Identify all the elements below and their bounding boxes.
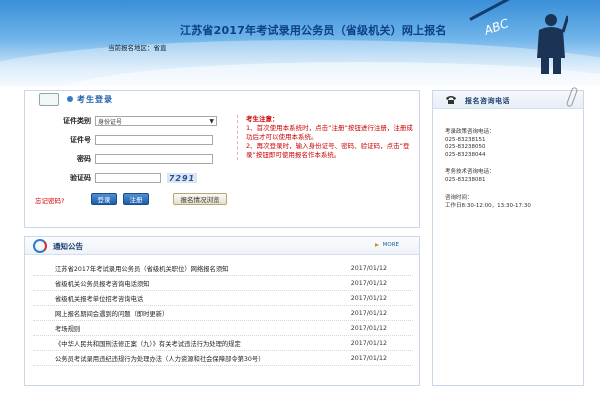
policy-phone: 025-83238151 — [445, 136, 486, 143]
notice-title: 考生注意： — [246, 115, 279, 123]
more-link[interactable]: MORE — [374, 242, 399, 248]
login-title: 考生登录 — [77, 95, 113, 104]
list-item[interactable]: 考场规则 2017/01/12 — [33, 321, 413, 336]
password-label: 密码 — [77, 155, 91, 163]
item-title[interactable]: 公务员考试录用违纪违规行为处理办法（人力资源和社会保障部令第30号） — [33, 354, 265, 363]
policy-phone: 025-83238044 — [445, 151, 486, 158]
tech-phone: 025-83238081 — [445, 176, 486, 183]
list-item[interactable]: 网上报名期间会遇到的问题（即时更新） 2017/01/12 — [33, 306, 413, 321]
id-number-input[interactable] — [95, 135, 213, 145]
pen-graphic — [469, 0, 586, 21]
policy-phone: 025-83238050 — [445, 144, 486, 150]
id-type-value: 身份证号 — [98, 118, 123, 126]
login-panel: 考生登录 证件类别 身份证号 ▼ 证件号 密码 验证码 7291 忘记密码? 登… — [24, 90, 420, 228]
password-input[interactable] — [95, 154, 213, 164]
item-title[interactable]: 省级机关公务员报考咨询电话须知 — [33, 279, 149, 288]
item-date: 2017/01/12 — [350, 324, 387, 332]
bullet-icon — [67, 96, 73, 102]
item-date: 2017/01/12 — [350, 294, 387, 302]
captcha-label: 验证码 — [70, 174, 91, 182]
chevron-down-icon: ▼ — [209, 117, 214, 125]
item-title[interactable]: 考场规则 — [33, 324, 80, 333]
item-date: 2017/01/12 — [350, 354, 387, 362]
tech-contact: 考务技术咨询电话： 025-83238081 — [445, 169, 495, 184]
id-type-label: 证件类别 — [63, 117, 91, 125]
list-item[interactable]: 《中华人民共和国刑法修正案（九）》有关考试违法行为处理的规定 2017/01/12 — [33, 336, 413, 351]
telephone-icon — [446, 96, 456, 104]
item-title[interactable]: 网上报名期间会遇到的问题（即时更新） — [33, 309, 168, 318]
list-item[interactable]: 省级机关报考单位招考咨询电话 2017/01/12 — [33, 291, 413, 306]
region-label: 当前报名地区： — [108, 44, 154, 52]
login-header: 考生登录 — [25, 91, 421, 109]
id-type-select[interactable]: 身份证号 ▼ — [95, 116, 217, 126]
announcements-list: 江苏省2017年考试录用公务员（省级机关职位）网络报名须知 2017/01/12 … — [33, 261, 413, 366]
policy-label: 考录政策咨询电话： — [445, 129, 495, 135]
item-date: 2017/01/12 — [350, 279, 387, 287]
page-title: 江苏省2017年考试录用公务员（省级机关）网上报名 — [180, 24, 447, 37]
announcement-logo-icon — [33, 239, 47, 253]
login-button[interactable]: 登录 — [91, 193, 117, 205]
item-title[interactable]: 《中华人民共和国刑法修正案（九）》有关考试违法行为处理的规定 — [33, 339, 241, 348]
region-value: 省直 — [153, 44, 167, 52]
item-date: 2017/01/12 — [350, 339, 387, 347]
monitor-icon — [39, 93, 59, 106]
id-number-label: 证件号 — [70, 136, 91, 144]
notice-line-1: 1、首次使用本系统时，点击“注册”按钮进行注册，注册成功后才可以使用本系统。 — [246, 124, 413, 141]
scribble-text: ABC — [482, 16, 511, 38]
captcha-row: 验证码 7291 — [35, 172, 197, 184]
contact-header: 报名咨询电话 — [433, 91, 583, 109]
list-item[interactable]: 江苏省2017年考试录用公务员（省级机关职位）网络报名须知 2017/01/12 — [33, 261, 413, 276]
notice-box: 考生注意： 1、首次使用本系统时，点击“注册”按钮进行注册，注册成功后才可以使用… — [237, 115, 413, 160]
forgot-password-link[interactable]: 忘记密码? — [35, 195, 64, 205]
hours-value: 工作日8:30-12:00，13:30-17:30 — [445, 202, 531, 209]
browse-status-button[interactable]: 报名情况浏览 — [173, 193, 227, 205]
item-title[interactable]: 省级机关报考单位招考咨询电话 — [33, 294, 143, 303]
register-button[interactable]: 注册 — [123, 193, 149, 205]
announcements-panel: 通知公告 MORE 江苏省2017年考试录用公务员（省级机关职位）网络报名须知 2… — [24, 236, 420, 386]
policy-contact: 考录政策咨询电话： 025-83238151 025-83238050 025-… — [445, 129, 495, 159]
list-item[interactable]: 省级机关公务员报考咨询电话须知 2017/01/12 — [33, 276, 413, 291]
captcha-input[interactable] — [95, 173, 161, 183]
item-date: 2017/01/12 — [350, 309, 387, 317]
notice-line-2: 2、再次登录时，输入身份证号、密码、验证码，点击“登录”按钮即可使用报名作本系统… — [246, 142, 410, 159]
page-header: 江苏省2017年考试录用公务员（省级机关）网上报名 当前报名地区：省直 ABC — [0, 0, 600, 86]
contact-panel: 报名咨询电话 考录政策咨询电话： 025-83238151 025-832380… — [432, 86, 584, 386]
id-type-row: 证件类别 身份证号 ▼ — [35, 115, 217, 127]
announcements-title: 通知公告 — [53, 242, 83, 251]
businessman-figure — [537, 14, 568, 74]
hours-label: 咨询时间： — [445, 195, 473, 201]
list-item[interactable]: 公务员考试录用违纪违规行为处理办法（人力资源和社会保障部令第30号） 2017/0… — [33, 351, 413, 366]
tech-label: 考务技术咨询电话： — [445, 169, 495, 175]
captcha-image[interactable]: 7291 — [167, 173, 197, 183]
id-number-row: 证件号 — [35, 134, 213, 146]
announcements-header: 通知公告 MORE — [25, 237, 419, 255]
current-region: 当前报名地区：省直 — [108, 42, 167, 52]
item-title[interactable]: 江苏省2017年考试录用公务员（省级机关职位）网络报名须知 — [33, 264, 228, 273]
consult-hours: 咨询时间： 工作日8:30-12:00，13:30-17:30 — [445, 195, 531, 210]
contact-title: 报名咨询电话 — [465, 97, 510, 105]
item-date: 2017/01/12 — [350, 264, 387, 272]
password-row: 密码 — [35, 153, 213, 165]
